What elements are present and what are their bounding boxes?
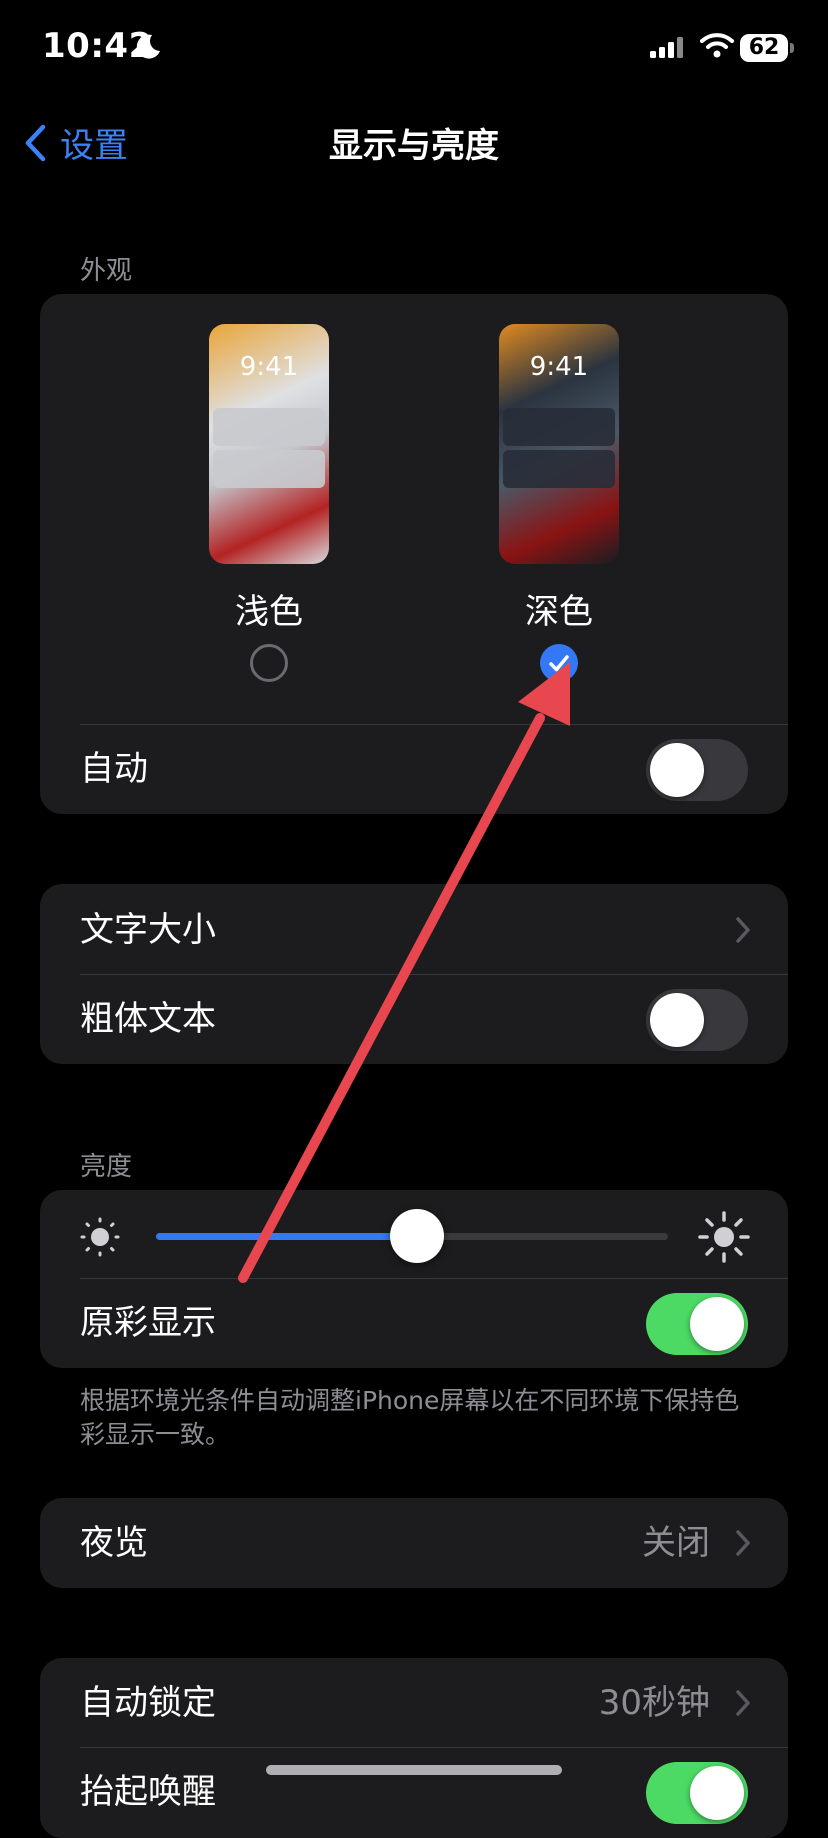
true-tone-footnote: 根据环境光条件自动调整iPhone屏幕以在不同环境下保持色彩显示一致。 — [80, 1386, 740, 1449]
bold-text-row: 粗体文本 — [40, 975, 788, 1063]
auto-lock-value: 30秒钟 — [598, 1683, 710, 1723]
night-shift-group: 夜览 关闭 — [40, 1498, 788, 1588]
dark-preview-card — [503, 450, 615, 488]
wifi-icon — [700, 33, 734, 58]
raise-to-wake-row: 抬起唤醒 — [40, 1748, 788, 1836]
battery-level: 62 — [740, 34, 788, 62]
light-preview-card — [213, 450, 325, 488]
auto-lock-row[interactable]: 自动锁定 30秒钟 — [40, 1659, 788, 1747]
brightness-slider-thumb[interactable] — [390, 1209, 445, 1263]
toggle-knob — [690, 1297, 744, 1351]
lock-group: 自动锁定 30秒钟 抬起唤醒 — [40, 1658, 788, 1838]
page-title: 显示与亮度 — [329, 126, 499, 166]
auto-appearance-row: 自动 — [40, 725, 788, 813]
toggle-knob — [650, 743, 704, 797]
light-preview-card — [213, 408, 325, 446]
auto-label: 自动 — [80, 749, 148, 789]
brightness-slider-row — [40, 1190, 788, 1278]
chevron-right-icon — [736, 1690, 750, 1716]
raise-to-wake-label: 抬起唤醒 — [80, 1772, 216, 1812]
bold-text-label: 粗体文本 — [80, 999, 216, 1039]
dark-mode-preview[interactable]: 9:41 — [499, 324, 619, 564]
chevron-right-icon — [736, 1530, 750, 1556]
sun-large-icon — [698, 1211, 750, 1263]
brightness-group: 原彩显示 — [40, 1190, 788, 1368]
appearance-group: 9:41 浅色 9:41 深色 自动 — [40, 294, 788, 814]
checkmark-icon — [549, 655, 569, 672]
auto-lock-label: 自动锁定 — [80, 1683, 216, 1723]
brightness-slider[interactable] — [156, 1209, 668, 1263]
auto-toggle[interactable] — [646, 739, 748, 801]
appearance-section-label: 外观 — [80, 256, 133, 286]
dark-preview-card — [503, 408, 615, 446]
light-mode-preview[interactable]: 9:41 — [209, 324, 329, 564]
moon-icon — [136, 34, 160, 59]
home-indicator[interactable] — [266, 1765, 562, 1775]
toggle-knob — [690, 1766, 744, 1820]
text-group: 文字大小 粗体文本 — [40, 884, 788, 1064]
dark-mode-label: 深色 — [525, 592, 593, 632]
true-tone-toggle[interactable] — [646, 1293, 748, 1355]
text-size-label: 文字大小 — [80, 910, 216, 950]
light-mode-radio[interactable] — [250, 644, 288, 682]
night-shift-value: 关闭 — [642, 1523, 710, 1563]
true-tone-row: 原彩显示 — [40, 1279, 788, 1367]
night-shift-label: 夜览 — [80, 1523, 148, 1563]
brightness-slider-fill — [156, 1233, 418, 1240]
chevron-right-icon — [736, 917, 750, 943]
toggle-knob — [650, 993, 704, 1047]
text-size-row[interactable]: 文字大小 — [40, 886, 788, 974]
night-shift-row[interactable]: 夜览 关闭 — [40, 1499, 788, 1587]
light-preview-time: 9:41 — [239, 352, 299, 382]
dark-mode-radio[interactable] — [540, 644, 578, 682]
bold-text-toggle[interactable] — [646, 989, 748, 1051]
brightness-section-label: 亮度 — [80, 1152, 133, 1182]
dark-preview-time: 9:41 — [529, 352, 589, 382]
cellular-signal-icon — [650, 37, 683, 58]
raise-to-wake-toggle[interactable] — [646, 1762, 748, 1824]
light-mode-label: 浅色 — [235, 592, 303, 632]
true-tone-label: 原彩显示 — [80, 1303, 216, 1343]
sun-small-icon — [80, 1217, 120, 1257]
battery-tip — [790, 43, 794, 53]
